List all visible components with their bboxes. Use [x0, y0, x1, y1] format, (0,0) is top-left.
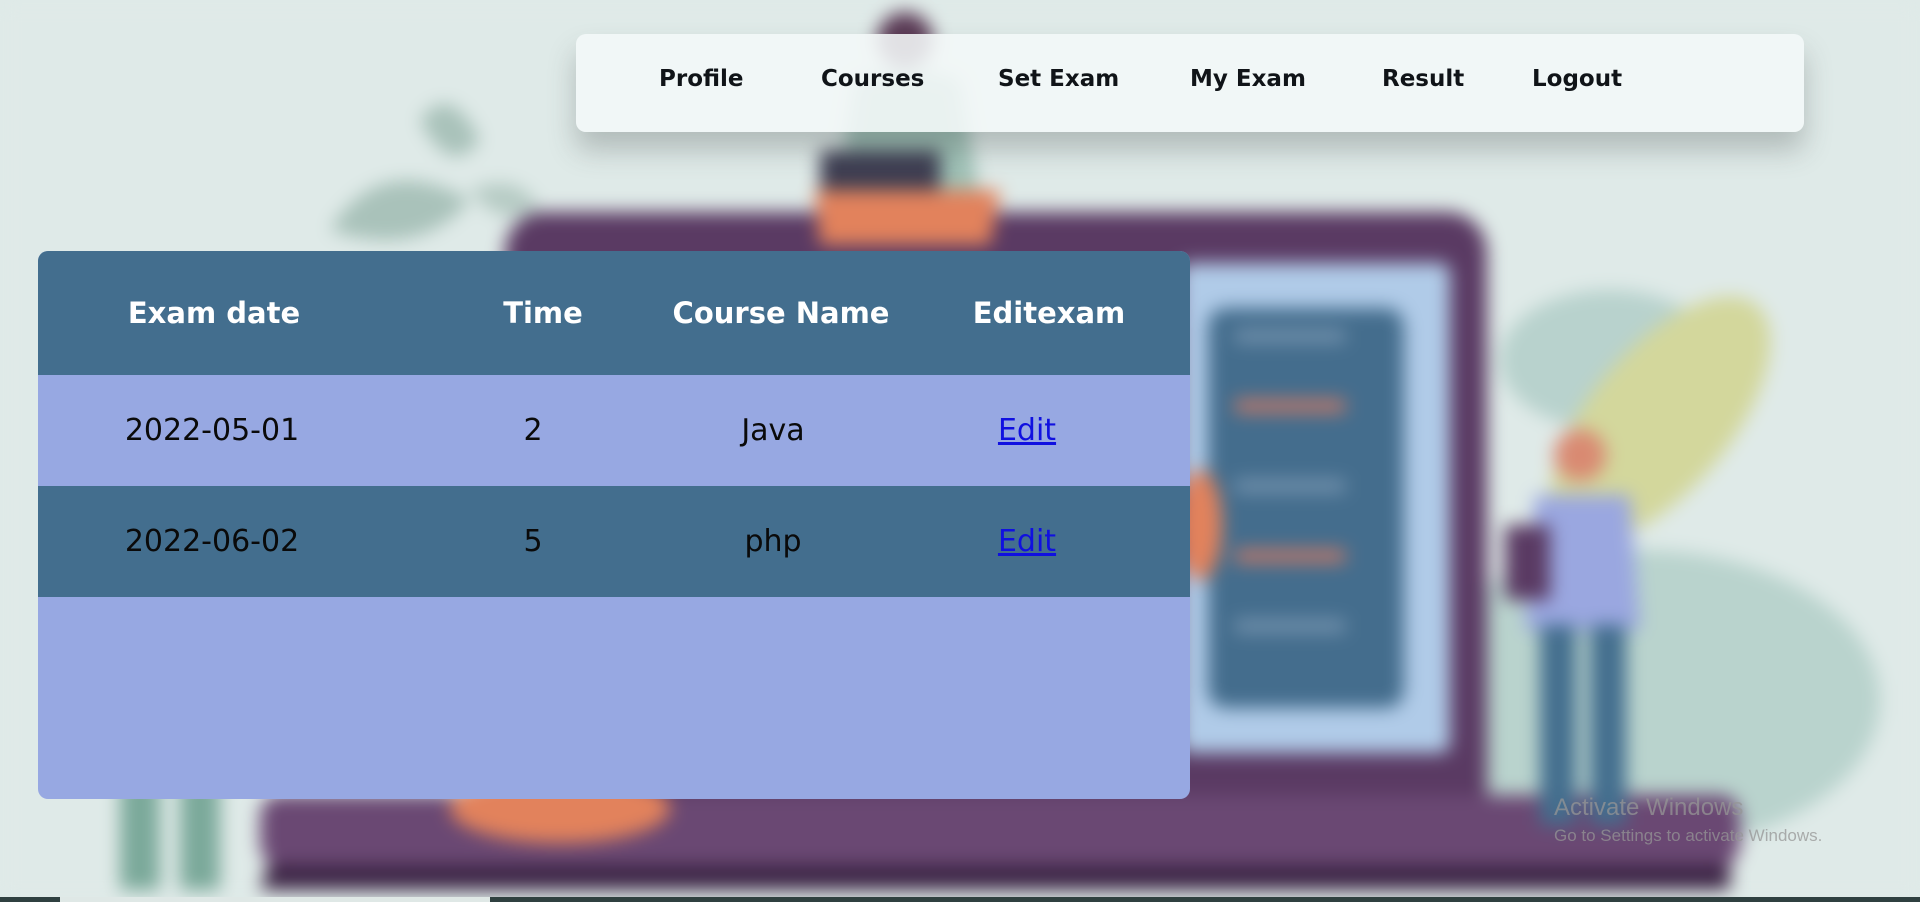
- nav-set-exam-link[interactable]: Set Exam: [998, 34, 1119, 124]
- nav-result-link[interactable]: Result: [1382, 34, 1464, 124]
- table-row: 2022-05-01 2 Java Edit: [38, 375, 1190, 486]
- nav-profile-link[interactable]: Profile: [659, 34, 744, 124]
- activate-windows-watermark: Activate Windows Go to Settings to activ…: [1554, 793, 1822, 849]
- watermark-subtitle: Go to Settings to activate Windows.: [1554, 826, 1823, 845]
- column-header-editexam: Editexam: [972, 296, 1126, 330]
- nav-my-exam-link[interactable]: My Exam: [1190, 34, 1306, 124]
- column-header-course-name: Course Name: [672, 296, 890, 330]
- table-row: 2022-06-02 5 php Edit: [38, 486, 1190, 597]
- column-header-time: Time: [503, 296, 583, 330]
- nav-logout-link[interactable]: Logout: [1532, 34, 1622, 124]
- time-cell: 2: [523, 413, 543, 448]
- time-cell: 5: [523, 524, 543, 559]
- exam-date-cell: 2022-05-01: [124, 413, 300, 448]
- edit-exam-cell: Edit: [998, 486, 1056, 597]
- edit-exam-link[interactable]: Edit: [998, 524, 1056, 559]
- course-name-cell: php: [744, 524, 802, 559]
- exam-date-cell: 2022-06-02: [124, 524, 300, 559]
- edit-exam-cell: Edit: [998, 375, 1056, 486]
- edit-exam-link[interactable]: Edit: [998, 413, 1056, 448]
- watermark-title: Activate Windows: [1554, 794, 1744, 821]
- column-header-exam-date: Exam date: [127, 296, 301, 330]
- exam-table: Exam date Time Course Name Editexam 2022…: [38, 251, 1190, 799]
- nav-courses-link[interactable]: Courses: [821, 34, 924, 124]
- taskbar-edge-highlight: [60, 897, 490, 902]
- course-name-cell: Java: [741, 413, 805, 448]
- top-navbar: Profile Courses Set Exam My Exam Result …: [576, 34, 1804, 132]
- table-header: Exam date Time Course Name Editexam: [38, 251, 1190, 375]
- page: Profile Courses Set Exam My Exam Result …: [0, 0, 1920, 902]
